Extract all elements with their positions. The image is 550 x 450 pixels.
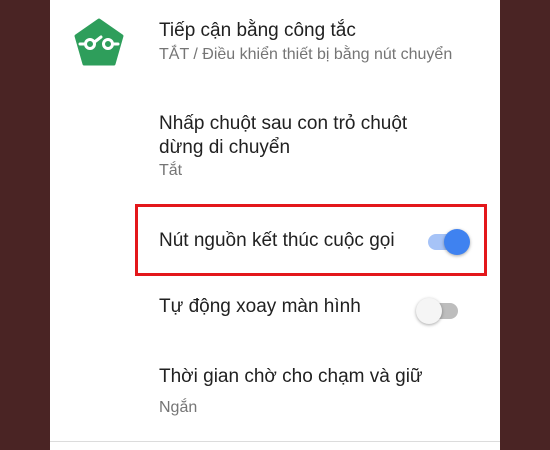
auto-rotate-toggle[interactable] bbox=[416, 296, 464, 326]
autoclick-summary: Tắt bbox=[159, 162, 183, 179]
switch-access-summary: TẮT / Điều khiển thiết bị bằng nút chuyể… bbox=[159, 46, 453, 63]
settings-screen: Tiếp cận bằng công tắc TẮT / Điều khiển … bbox=[50, 0, 500, 450]
autoclick-title-line2: dừng di chuyển bbox=[159, 137, 291, 158]
switch-access-row[interactable]: Tiếp cận bằng công tắc TẮT / Điều khiển … bbox=[50, 0, 500, 82]
auto-rotate-title: Tự động xoay màn hình bbox=[159, 296, 361, 317]
auto-rotate-row[interactable]: Tự động xoay màn hình bbox=[50, 280, 500, 336]
touch-hold-delay-summary: Ngắn bbox=[159, 399, 198, 416]
switch-access-title: Tiếp cận bằng công tắc bbox=[159, 20, 356, 41]
power-button-ends-call-title: Nút nguồn kết thúc cuộc gọi bbox=[159, 230, 395, 251]
switch-access-icon bbox=[74, 18, 124, 66]
autoclick-title-line1: Nhấp chuột sau con trỏ chuột bbox=[159, 113, 408, 134]
toggle-thumb bbox=[416, 298, 442, 324]
touch-hold-delay-title: Thời gian chờ cho chạm và giữ bbox=[159, 366, 423, 387]
power-button-ends-call-row[interactable]: Nút nguồn kết thúc cuộc gọi bbox=[50, 212, 500, 268]
divider bbox=[50, 441, 500, 442]
toggle-thumb bbox=[444, 229, 470, 255]
touch-hold-delay-row[interactable]: Thời gian chờ cho chạm và giữ Ngắn bbox=[50, 350, 500, 432]
autoclick-row[interactable]: Nhấp chuột sau con trỏ chuột dừng di chu… bbox=[50, 100, 500, 190]
power-button-ends-call-toggle[interactable] bbox=[424, 227, 472, 257]
